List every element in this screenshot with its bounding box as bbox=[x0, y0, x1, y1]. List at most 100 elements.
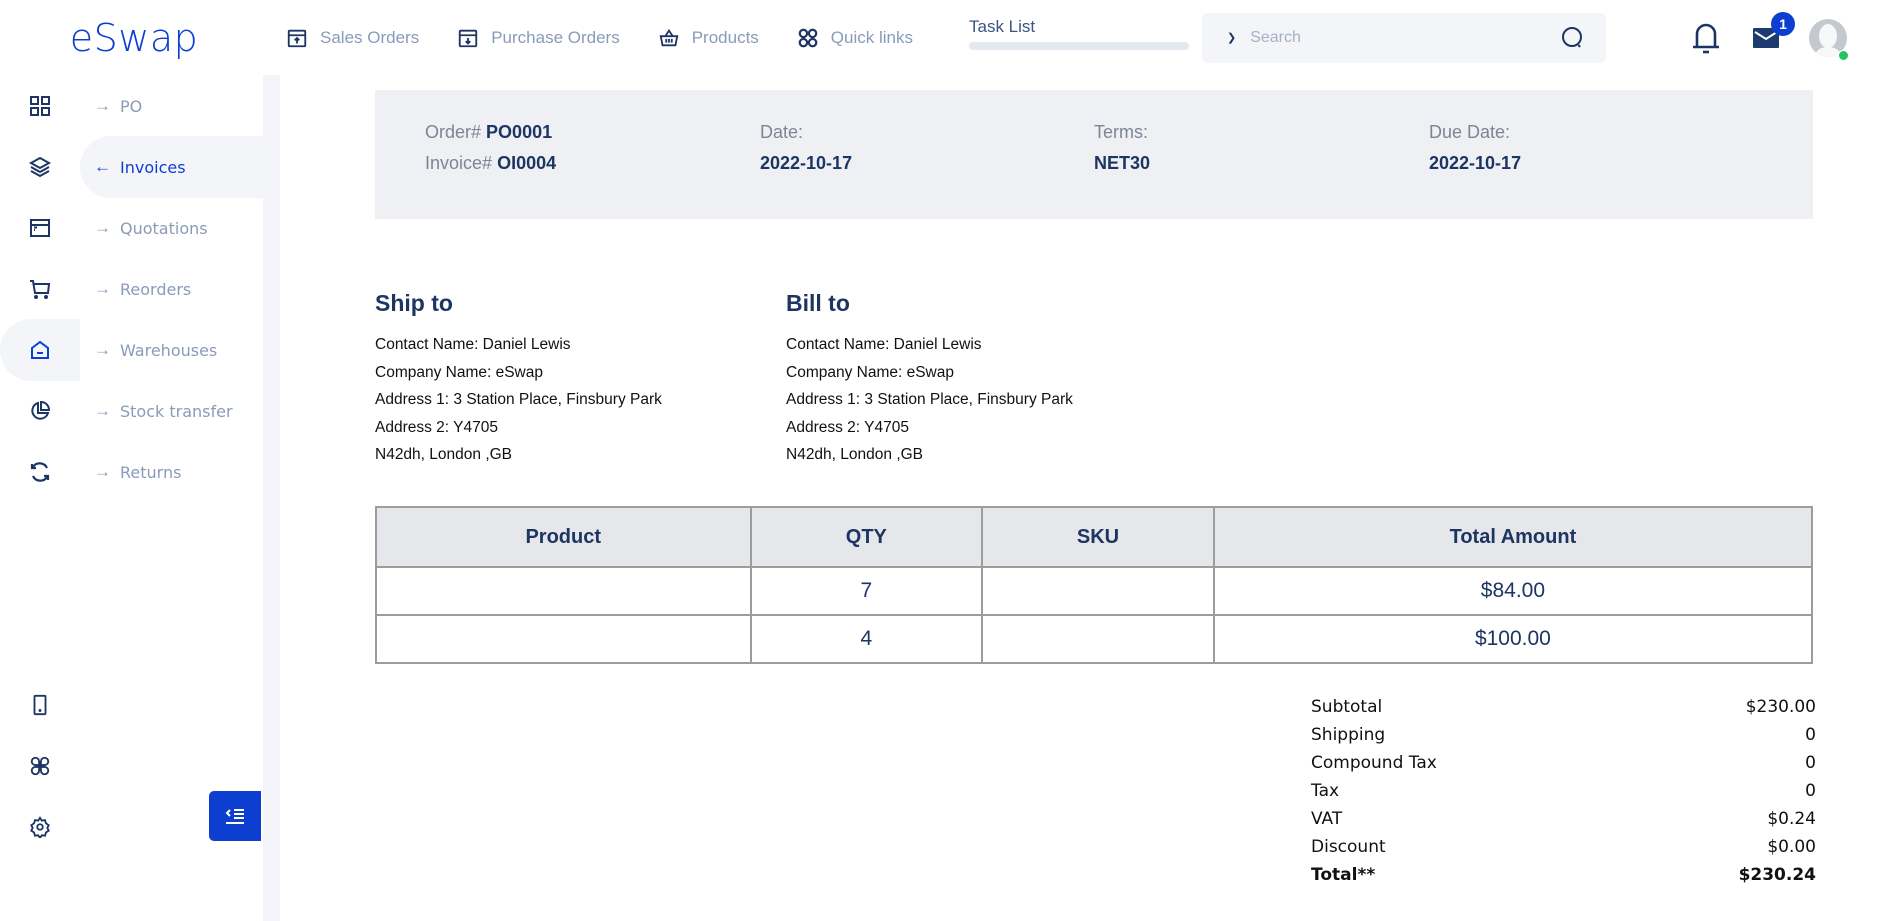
cell-qty: 4 bbox=[749, 614, 984, 664]
sidebar-item-invoices[interactable]: ← Invoices bbox=[0, 136, 263, 198]
sidebar-icon-cell bbox=[0, 75, 80, 137]
ship-to-line: Company Name: eSwap bbox=[375, 363, 543, 381]
sidebar-apps-button[interactable] bbox=[0, 746, 80, 786]
totals-label: Compound Tax bbox=[1311, 753, 1437, 773]
sidebar-item-stock-transfer[interactable]: → Stock transfer bbox=[0, 380, 263, 442]
totals-value: 0 bbox=[1805, 781, 1816, 801]
settings-icon bbox=[30, 816, 50, 838]
totals-summary: Subtotal $230.00 Shipping 0 Compound Tax 0 … bbox=[1311, 693, 1816, 889]
topnav-label: Purchase Orders bbox=[491, 27, 620, 47]
bill-to-line: N42dh, London ,GB bbox=[786, 446, 924, 463]
invoice-number-label: Invoice# bbox=[425, 153, 493, 173]
due-date-field: Due Date: 2022-10-17 bbox=[1429, 122, 1521, 174]
arrow-right-icon: → bbox=[94, 218, 111, 237]
sidebar-link[interactable]: → Quotations bbox=[80, 197, 263, 259]
top-nav: Sales Orders Purchase Orders Products Qu… bbox=[286, 27, 951, 49]
topnav-quick-links[interactable]: Quick links bbox=[797, 27, 913, 49]
arrow-right-icon: → bbox=[94, 340, 111, 359]
mail-button[interactable]: 1 bbox=[1753, 11, 1795, 50]
basket-icon bbox=[659, 28, 679, 46]
totals-value: 0 bbox=[1805, 753, 1816, 773]
arrow-left-icon: ← bbox=[94, 157, 111, 176]
totals-value: $230.00 bbox=[1745, 697, 1816, 717]
cell-product bbox=[375, 566, 752, 616]
arrow-right-icon: → bbox=[94, 96, 111, 115]
sidebar-icon-cell bbox=[0, 197, 80, 259]
arrow-right-icon: → bbox=[94, 401, 111, 420]
ship-to-title: Ship to bbox=[375, 290, 453, 316]
order-number-label: Order# bbox=[425, 122, 482, 142]
sidebar-link[interactable]: → Warehouses bbox=[80, 319, 263, 381]
task-list-progress-bar bbox=[968, 42, 1189, 50]
date-field: Date: 2022-10-17 bbox=[760, 122, 852, 174]
collapse-sidebar-button[interactable] bbox=[209, 791, 261, 841]
mail-badge: 1 bbox=[1771, 11, 1795, 36]
online-status-dot bbox=[1838, 49, 1849, 61]
tablet-icon bbox=[33, 694, 47, 716]
topnav-label: Sales Orders bbox=[320, 27, 420, 47]
warehouse-icon bbox=[31, 340, 49, 359]
totals-value: $0.00 bbox=[1767, 837, 1816, 857]
search-input[interactable] bbox=[1250, 28, 1560, 47]
totals-row-tax: Tax 0 bbox=[1311, 777, 1816, 805]
logo-area: eSwap bbox=[0, 0, 263, 75]
table-row: 7 $84.00 bbox=[375, 566, 1814, 616]
ship-to-line: Address 2: Y4705 bbox=[375, 418, 498, 436]
task-list[interactable]: Task List bbox=[968, 17, 1189, 50]
sidebar-link[interactable]: → Returns bbox=[80, 441, 263, 503]
bell-icon[interactable] bbox=[1689, 20, 1723, 56]
totals-value: $230.24 bbox=[1738, 865, 1816, 885]
collapse-menu-icon bbox=[225, 809, 244, 824]
bill-to-line: Company Name: eSwap bbox=[786, 363, 954, 381]
apps-icon bbox=[30, 756, 50, 776]
sidebar-item-label: Reorders bbox=[120, 279, 192, 299]
sidebar-settings-button[interactable] bbox=[0, 807, 80, 847]
cell-total: $100.00 bbox=[1212, 614, 1814, 664]
topnav-sales-orders[interactable]: Sales Orders bbox=[286, 27, 419, 49]
sidebar-link[interactable]: → Stock transfer bbox=[80, 380, 263, 442]
bill-to-title: Bill to bbox=[786, 290, 850, 316]
topnav-products[interactable]: Products bbox=[658, 27, 759, 49]
sidebar-item-quotations[interactable]: → Quotations bbox=[0, 197, 263, 259]
column-header-qty: QTY bbox=[749, 506, 984, 568]
quick-links-icon bbox=[798, 28, 818, 47]
cell-sku bbox=[981, 614, 1215, 664]
topnav-label: Products bbox=[691, 27, 759, 47]
sidebar-item-label: PO bbox=[120, 96, 143, 116]
date-label: Date: bbox=[760, 122, 804, 142]
bill-to-line: Address 1: 3 Station Place, Finsbury Par… bbox=[786, 391, 1073, 408]
totals-row-total: Total** $230.24 bbox=[1311, 861, 1816, 889]
sidebar-tablet-button[interactable] bbox=[0, 685, 80, 725]
ship-to-block: Ship to Contact Name: Daniel Lewis Compa… bbox=[375, 290, 662, 469]
sidebar-item-label: Returns bbox=[120, 462, 182, 482]
ship-to-line: Contact Name: Daniel Lewis bbox=[375, 336, 571, 353]
column-header-sku: SKU bbox=[981, 506, 1215, 568]
app-logo[interactable]: eSwap bbox=[70, 16, 199, 60]
topnav-purchase-orders[interactable]: Purchase Orders bbox=[457, 27, 620, 49]
cell-qty: 7 bbox=[749, 566, 984, 616]
sidebar-item-returns[interactable]: → Returns bbox=[0, 441, 263, 503]
totals-row-discount: Discount $0.00 bbox=[1311, 833, 1816, 861]
totals-label: Total** bbox=[1311, 865, 1376, 885]
bill-to-line: Contact Name: Daniel Lewis bbox=[786, 336, 982, 353]
search-icon[interactable] bbox=[1560, 25, 1586, 51]
cart-icon bbox=[30, 280, 51, 299]
top-icons: 1 bbox=[1689, 0, 1897, 75]
chevron-down-icon[interactable]: ❯ bbox=[1227, 31, 1236, 44]
sidebar-link-active[interactable]: ← Invoices bbox=[80, 136, 263, 198]
refresh-icon bbox=[30, 462, 50, 482]
sidebar-item-po[interactable]: → PO bbox=[0, 75, 263, 137]
sidebar-item-warehouses[interactable]: → Warehouses bbox=[0, 319, 263, 381]
archive-up-icon bbox=[287, 29, 307, 47]
invoice-number-value: OI0004 bbox=[497, 153, 557, 173]
due-date-label: Due Date: bbox=[1429, 122, 1511, 142]
totals-label: VAT bbox=[1311, 809, 1343, 829]
sidebar-link[interactable]: → Reorders bbox=[80, 258, 263, 320]
user-menu[interactable] bbox=[1809, 18, 1897, 61]
totals-label: Shipping bbox=[1311, 725, 1386, 745]
archive-down-icon bbox=[459, 29, 478, 47]
bill-to-block: Bill to Contact Name: Daniel Lewis Compa… bbox=[786, 290, 1073, 469]
sidebar-item-reorders[interactable]: → Reorders bbox=[0, 258, 263, 320]
invoice-number-row: Invoice# OI0004 bbox=[425, 153, 556, 174]
sidebar-link[interactable]: → PO bbox=[80, 75, 263, 137]
